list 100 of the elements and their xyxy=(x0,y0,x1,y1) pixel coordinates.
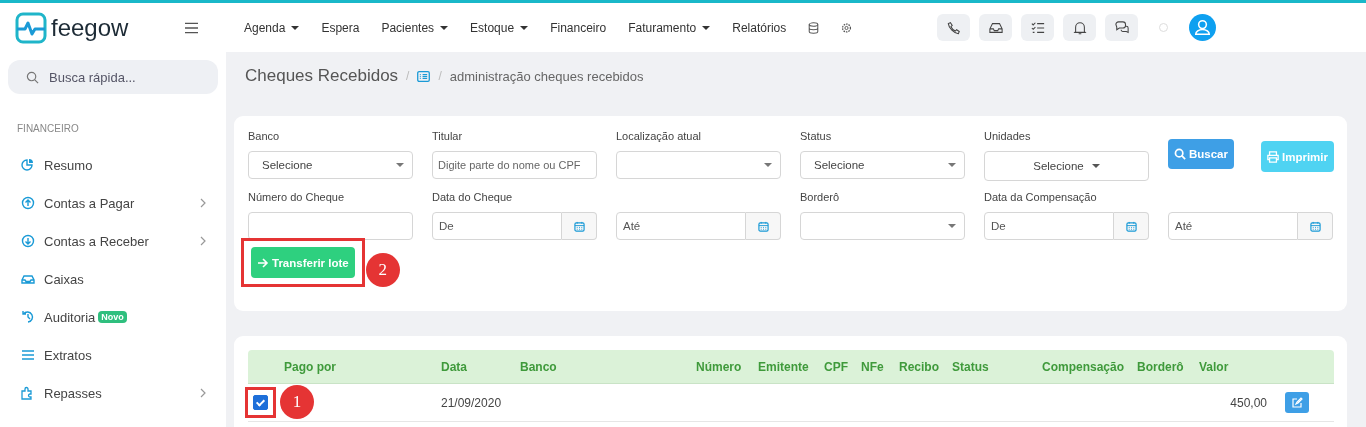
search-icon xyxy=(26,71,39,84)
field-label: Banco xyxy=(248,130,281,144)
checklist-button[interactable] xyxy=(1021,14,1054,41)
sidebar-item-label: Auditoria xyxy=(44,309,96,325)
section-label: FINANCEIRO xyxy=(17,123,80,134)
nav-menu-item[interactable]: Estoque xyxy=(470,20,529,35)
inbox-button[interactable] xyxy=(979,14,1012,41)
column-header: Número xyxy=(696,359,743,374)
nav-menu-item[interactable]: Agenda xyxy=(244,20,300,35)
calendar-icon xyxy=(1309,220,1321,232)
printer-icon xyxy=(1267,150,1279,163)
column-header: Pago por xyxy=(284,359,337,374)
select-field[interactable] xyxy=(800,212,965,240)
sidebar-item[interactable]: Resumo xyxy=(8,146,218,184)
select-field[interactable]: Selecione xyxy=(800,151,965,179)
history-icon xyxy=(21,310,35,324)
calendar-icon xyxy=(573,220,585,232)
select-field[interactable] xyxy=(616,151,781,179)
sidebar-item[interactable]: Auditoria Novo xyxy=(8,298,218,336)
sidebar-item[interactable]: Contas a Receber xyxy=(8,222,218,260)
inbox-icon xyxy=(988,20,1003,35)
select-field[interactable]: Selecione xyxy=(984,151,1149,181)
step-badge: 2 xyxy=(365,253,400,287)
calendar-button[interactable] xyxy=(1298,212,1333,240)
search-icon xyxy=(1174,148,1186,160)
nav-menu-item[interactable]: Pacientes xyxy=(381,20,449,35)
field-label: Borderô xyxy=(800,191,841,205)
calendar-button[interactable] xyxy=(1114,212,1149,240)
sidebar-item-label: Repasses xyxy=(44,385,102,401)
sidebar-item[interactable]: Extratos xyxy=(8,336,218,374)
field-label: Status xyxy=(800,130,833,144)
chat-icon xyxy=(1114,20,1129,35)
sidebar-item-label: Extratos xyxy=(44,347,92,363)
input-field[interactable]: Digite parte do nome ou CPF xyxy=(432,151,597,179)
date-field[interactable]: De xyxy=(984,212,1114,240)
edit-icon xyxy=(1291,396,1303,409)
column-header: Emitente xyxy=(758,359,810,374)
edit-button[interactable] xyxy=(1285,392,1309,413)
nav-menu-item[interactable]: Faturamento xyxy=(628,20,711,35)
notification-button[interactable] xyxy=(1063,14,1096,41)
field-label: Data do Cheque xyxy=(432,191,514,205)
bell-icon xyxy=(1072,20,1087,35)
settings-icon[interactable] xyxy=(841,21,853,34)
field-label: Data da Compensação xyxy=(984,191,1098,205)
calendar-button[interactable] xyxy=(562,212,597,240)
list-icon xyxy=(21,348,35,362)
step-badge: 1 xyxy=(280,385,314,419)
date-field[interactable]: Até xyxy=(616,212,746,240)
select-field[interactable]: Selecione xyxy=(248,151,413,179)
column-header: NFe xyxy=(861,359,885,374)
arrow-right-icon xyxy=(257,256,269,269)
calendar-icon xyxy=(757,220,769,232)
calendar-button[interactable] xyxy=(746,212,781,240)
column-header: Compensação xyxy=(1042,359,1126,374)
date-field[interactable]: Até xyxy=(1168,212,1298,240)
field-label: Número do Cheque xyxy=(248,191,345,205)
sidebar-item[interactable]: Contas a Pagar xyxy=(8,184,218,222)
logo-text: feegow xyxy=(51,13,129,42)
new-badge: Novo xyxy=(98,311,127,323)
field-label: Localização atual xyxy=(616,130,702,144)
column-header: Data xyxy=(441,359,468,374)
table-cell: 450,00 xyxy=(1230,395,1267,410)
phone-button[interactable] xyxy=(937,14,970,41)
column-header: Status xyxy=(952,359,990,374)
page-title: Cheques Recebidos xyxy=(245,66,399,86)
column-header: Valor xyxy=(1199,359,1230,374)
search-field[interactable]: Busca rápida... xyxy=(8,60,218,94)
pie-chart-icon xyxy=(21,158,35,172)
column-header: Recibo xyxy=(899,359,940,374)
inbox-icon xyxy=(21,272,35,286)
puzzle-icon xyxy=(21,386,35,400)
nav-menu-item[interactable]: Espera xyxy=(321,20,360,35)
input-field[interactable] xyxy=(248,212,413,240)
sidebar-item[interactable]: Repasses xyxy=(8,374,218,412)
logo-icon xyxy=(15,11,47,44)
database-icon[interactable] xyxy=(808,21,820,34)
breadcrumb-separator: / xyxy=(406,69,410,83)
sidebar-item-label: Contas a Receber xyxy=(44,233,149,249)
arrow-down-circle-icon xyxy=(21,234,35,248)
arrow-up-circle-icon xyxy=(21,196,35,210)
nav-menu-item[interactable]: Relatórios xyxy=(732,20,787,35)
phone-icon xyxy=(946,20,961,35)
sidebar-item-label: Resumo xyxy=(44,157,93,173)
column-header: Banco xyxy=(520,359,558,374)
nav-menu-item[interactable]: Financeiro xyxy=(550,20,607,35)
field-label: Unidades xyxy=(984,130,1032,144)
breadcrumb-item: administração cheques recebidos xyxy=(449,68,644,84)
sidebar-item[interactable]: Caixas xyxy=(8,260,218,298)
menu-icon[interactable] xyxy=(185,21,199,34)
row-checkbox[interactable] xyxy=(253,395,268,410)
calendar-icon xyxy=(1125,220,1137,232)
sidebar-item-label: Contas a Pagar xyxy=(44,195,135,211)
avatar-icon[interactable] xyxy=(1189,14,1216,41)
date-field[interactable]: De xyxy=(432,212,562,240)
breadcrumb-separator: / xyxy=(438,69,442,83)
chat-button[interactable] xyxy=(1105,14,1138,41)
checklist-icon xyxy=(1030,20,1045,35)
list-icon[interactable] xyxy=(417,70,431,82)
table-cell: 21/09/2020 xyxy=(441,395,502,410)
sidebar-item-label: Caixas xyxy=(44,271,84,287)
